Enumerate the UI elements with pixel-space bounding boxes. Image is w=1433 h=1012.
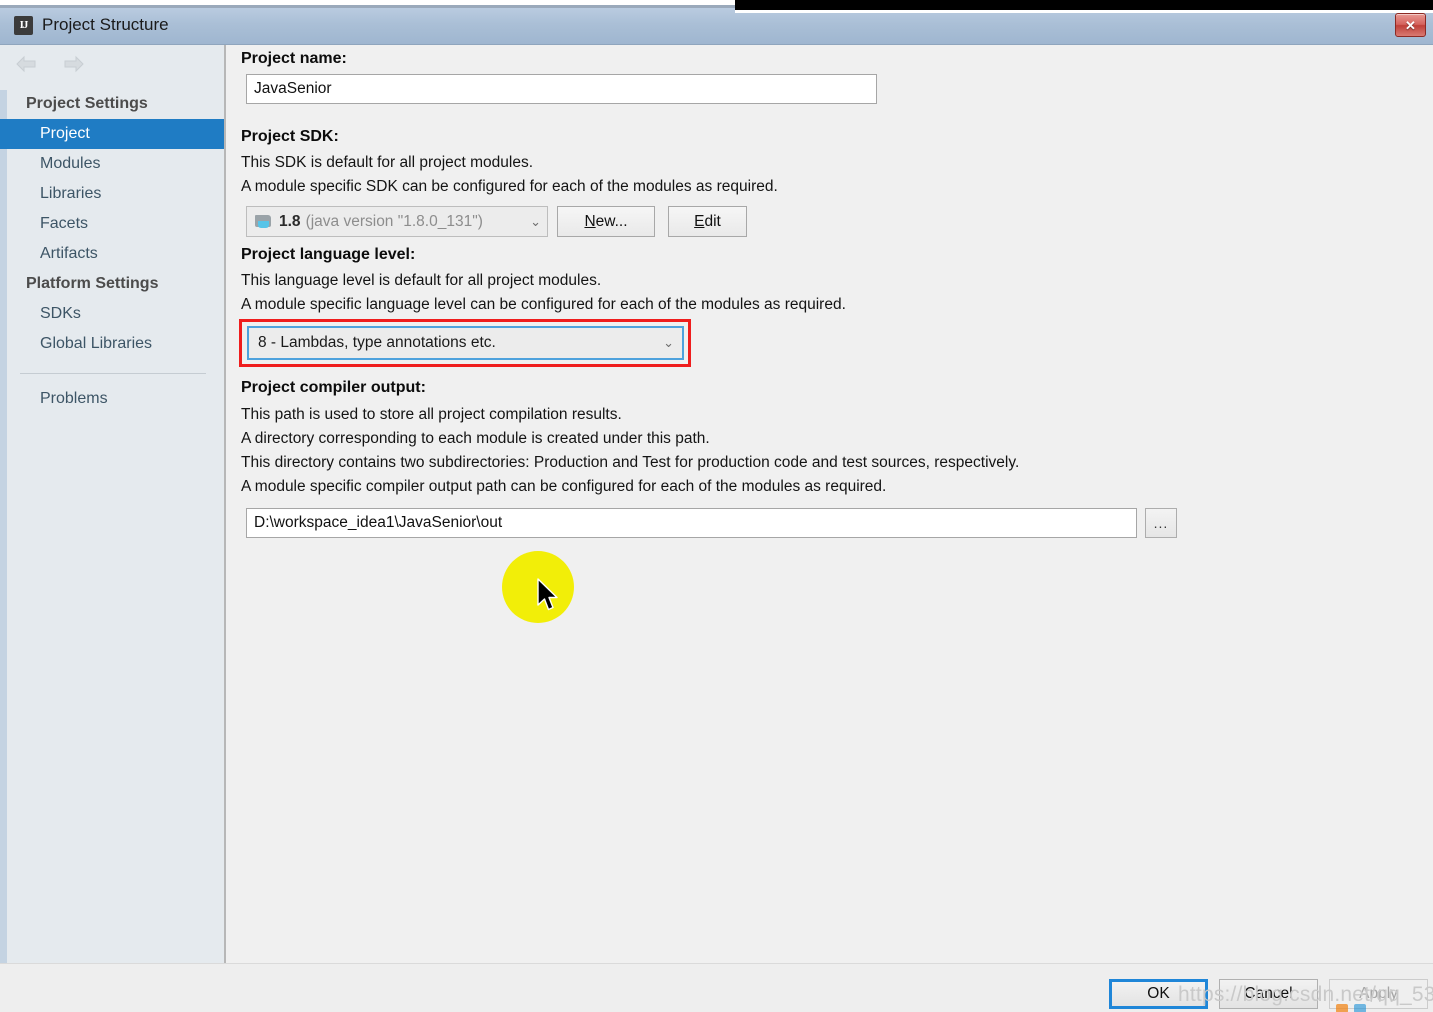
arrow-left-icon[interactable] xyxy=(14,51,40,77)
compiler-output-browse-button[interactable]: ... xyxy=(1145,508,1177,538)
cancel-button[interactable]: Cancel xyxy=(1219,979,1318,1009)
sidebar-item-libraries[interactable]: Libraries xyxy=(0,179,224,209)
project-sdk-description-1: This SDK is default for all project modu… xyxy=(241,154,534,171)
language-level-selected-value: 8 - Lambdas, type annotations etc. xyxy=(258,334,496,351)
language-level-description-1: This language level is default for all p… xyxy=(241,272,602,289)
project-name-label: Project name: xyxy=(241,50,347,67)
screen-capture-artifact-bar-lower xyxy=(735,10,1433,13)
compiler-output-description-1: This path is used to store all project c… xyxy=(241,406,622,423)
sidebar-item-artifacts[interactable]: Artifacts xyxy=(0,239,224,269)
sidebar-item-project[interactable]: Project xyxy=(0,119,224,149)
compiler-output-input[interactable] xyxy=(246,508,1137,538)
window-top-edge-shadow xyxy=(0,5,736,8)
sidebar-group-project-settings: Project Settings xyxy=(26,95,148,112)
settings-sidebar: Project Settings Project Modules Librari… xyxy=(0,45,226,963)
sidebar-group-platform-settings: Platform Settings xyxy=(26,275,159,292)
sidebar-item-sdks[interactable]: SDKs xyxy=(0,299,224,329)
arrow-right-icon[interactable] xyxy=(60,51,86,77)
chevron-down-icon: ⌄ xyxy=(530,213,541,229)
sidebar-item-list: Project Settings Project Modules Librari… xyxy=(0,89,224,414)
project-sdk-dropdown[interactable]: 1.8 (java version "1.8.0_131") ⌄ xyxy=(246,206,548,237)
sidebar-divider xyxy=(20,373,206,374)
close-icon[interactable]: ✕ xyxy=(1395,13,1426,37)
intellij-idea-icon: IJ xyxy=(14,16,33,35)
apply-button-label: Apply xyxy=(1359,985,1398,1002)
close-icon-glyph: ✕ xyxy=(1405,17,1416,33)
compiler-output-description-4: A module specific compiler output path c… xyxy=(241,478,887,495)
title-bar: IJ Project Structure ✕ xyxy=(0,8,1433,45)
ok-button-label: OK xyxy=(1147,985,1170,1002)
language-level-label: Project language level: xyxy=(241,246,416,263)
sidebar-item-facets[interactable]: Facets xyxy=(0,209,224,239)
edit-sdk-button[interactable]: Edit xyxy=(668,206,747,237)
sdk-folder-icon xyxy=(255,214,272,229)
project-structure-dialog: IJ Project Structure ✕ Project Settings … xyxy=(0,0,1433,1012)
language-level-description-2: A module specific language level can be … xyxy=(241,296,846,313)
edit-sdk-button-label: Edit xyxy=(694,212,721,230)
new-sdk-button[interactable]: New... xyxy=(557,206,655,237)
project-sdk-description-2: A module specific SDK can be configured … xyxy=(241,178,778,195)
compiler-output-label: Project compiler output: xyxy=(241,379,426,396)
language-level-dropdown[interactable]: 8 - Lambdas, type annotations etc. ⌄ xyxy=(247,326,684,360)
cancel-button-label: Cancel xyxy=(1244,985,1293,1002)
project-settings-pane: Project name: Project SDK: This SDK is d… xyxy=(228,45,1433,963)
new-sdk-button-label: New... xyxy=(584,212,628,230)
navigation-arrows xyxy=(14,51,86,77)
compiler-output-description-3: This directory contains two subdirectori… xyxy=(241,454,1020,471)
chevron-down-icon: ⌄ xyxy=(663,335,674,350)
project-sdk-detail: (java version "1.8.0_131") xyxy=(305,212,483,230)
project-name-input[interactable] xyxy=(246,74,877,104)
browse-button-label: ... xyxy=(1153,515,1169,531)
sidebar-item-global-libraries[interactable]: Global Libraries xyxy=(0,329,224,359)
apply-button[interactable]: Apply xyxy=(1329,979,1428,1009)
ok-button[interactable]: OK xyxy=(1109,979,1208,1009)
project-sdk-label: Project SDK: xyxy=(241,128,339,145)
window-title: Project Structure xyxy=(42,15,169,34)
compiler-output-description-2: A directory corresponding to each module… xyxy=(241,430,710,447)
sidebar-item-modules[interactable]: Modules xyxy=(0,149,224,179)
sidebar-item-problems[interactable]: Problems xyxy=(0,384,224,414)
project-sdk-version: 1.8 xyxy=(279,212,301,230)
